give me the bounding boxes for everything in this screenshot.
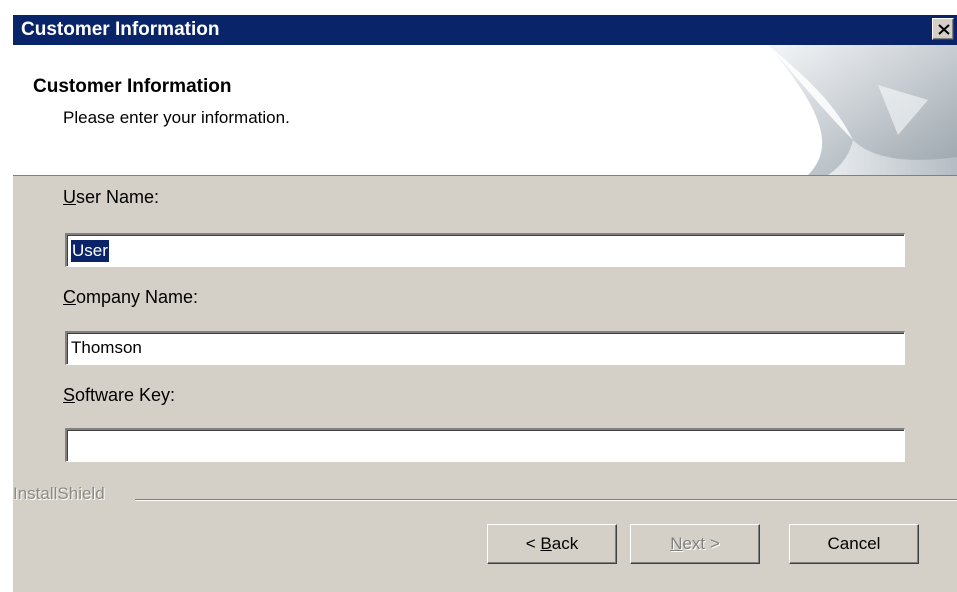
- company-name-input[interactable]: [69, 336, 893, 360]
- user-name-selected-text[interactable]: User: [71, 240, 109, 262]
- back-button[interactable]: < Back: [487, 524, 617, 564]
- company-name-label: Company Name:: [63, 287, 199, 307]
- user-name-label: User Name:: [63, 187, 160, 207]
- software-key-label: Software Key:: [63, 385, 176, 405]
- close-icon: [938, 24, 950, 35]
- page-curl-graphic: [748, 45, 957, 175]
- title-bar[interactable]: Customer Information: [13, 15, 957, 45]
- installer-dialog: Customer Information Customer Informatio…: [12, 15, 957, 592]
- company-name-field[interactable]: [65, 331, 905, 365]
- header-subtitle: Please enter your information.: [63, 108, 290, 127]
- installshield-brand: InstallShield: [13, 484, 105, 503]
- software-key-field[interactable]: [65, 428, 905, 462]
- user-name-field[interactable]: User: [65, 233, 905, 267]
- next-button[interactable]: Next >: [630, 524, 760, 564]
- window-title: Customer Information: [21, 19, 220, 40]
- cancel-button[interactable]: Cancel: [789, 524, 919, 564]
- software-key-input[interactable]: [69, 433, 893, 457]
- header-title: Customer Information: [33, 76, 232, 97]
- footer-divider: [135, 499, 957, 500]
- close-button[interactable]: [932, 18, 954, 40]
- dialog-header: Customer Information Please enter your i…: [13, 45, 957, 176]
